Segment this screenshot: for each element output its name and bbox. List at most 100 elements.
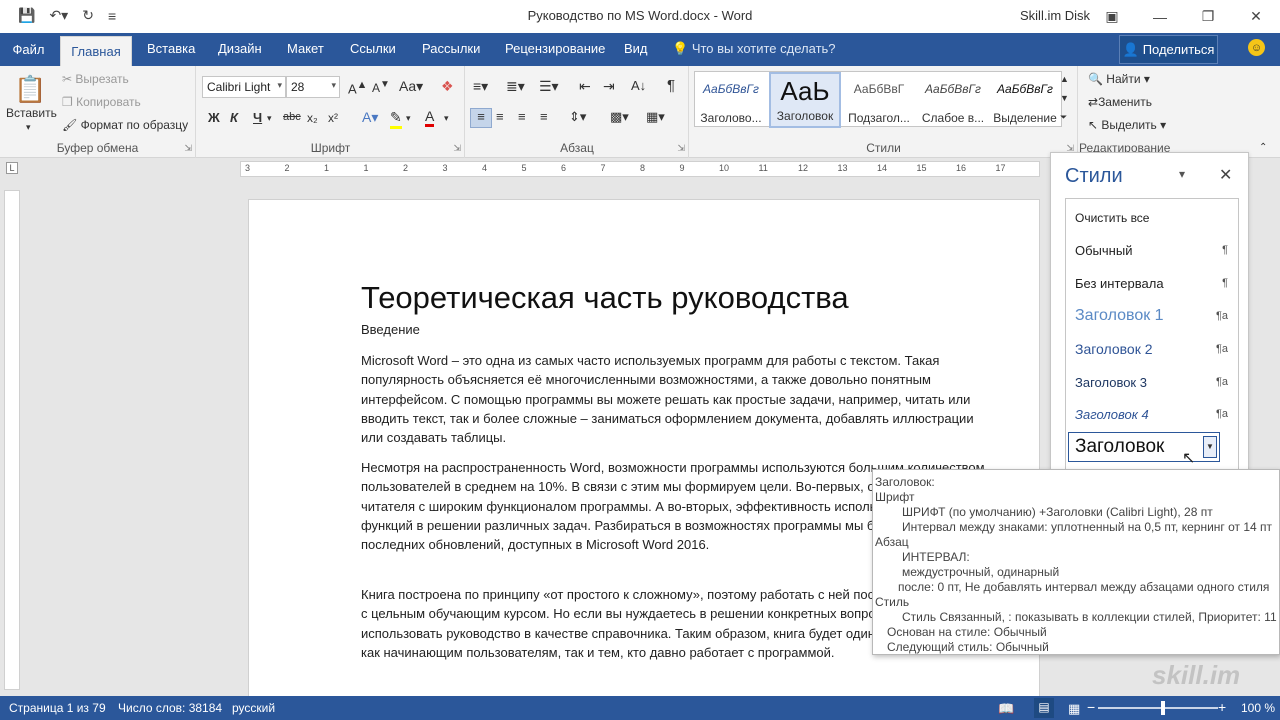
close-icon[interactable]: ✕ [1232,0,1280,33]
style-item-heading-3[interactable]: Заголовок 3 [1075,375,1147,390]
font-launcher-icon[interactable]: ⇲ [453,143,461,154]
change-case-icon[interactable]: Aa▾ [399,78,423,95]
minimize-icon[interactable]: — [1136,0,1184,33]
gallery-up-icon[interactable]: ▲ [1060,74,1069,84]
copy-button[interactable]: ❐ Копировать [62,95,141,109]
justify-icon[interactable]: ≡ [540,109,548,124]
gallery-more-icon[interactable]: ⏷ [1060,112,1067,123]
style-tile-subtitle[interactable]: АаБбВвГ Подзагол... [843,72,915,128]
share-button[interactable]: 👤 Поделиться [1119,35,1218,64]
underline-dropdown-icon[interactable]: ▾ [267,113,272,124]
paste-dropdown-icon[interactable]: ▾ [26,122,31,133]
style-preview: АаБбВвГ [853,82,905,96]
increase-indent-icon[interactable]: ⇥ [603,78,615,95]
font-color-dropdown-icon[interactable]: ▾ [444,113,449,124]
paragraph-1[interactable]: Microsoft Word – это одна из самых часто… [361,351,991,447]
shading-icon[interactable]: ▩▾ [610,109,629,125]
gallery-down-icon[interactable]: ▼ [1060,93,1069,103]
tab-review[interactable]: Рецензирование [505,41,605,56]
document-subtitle[interactable]: Введение [361,322,420,337]
italic-button[interactable]: К [230,110,238,125]
style-tile-emphasis[interactable]: АаБбВвГг Выделение [989,72,1061,128]
zoom-slider-thumb[interactable] [1161,701,1165,715]
font-name-combo[interactable]: Calibri Light ▾ [202,76,286,98]
style-item-heading-1[interactable]: Заголовок 1 [1075,307,1164,325]
decrease-indent-icon[interactable]: ⇤ [579,78,591,95]
style-item-normal[interactable]: Обычный [1075,243,1132,258]
shrink-font-icon[interactable]: A▼ [372,79,390,95]
highlight-dropdown-icon[interactable]: ▾ [406,113,411,124]
show-marks-icon[interactable]: ¶ [667,77,675,94]
smiley-feedback-icon[interactable]: ☺ [1248,39,1265,56]
restore-icon[interactable]: ❐ [1184,0,1232,33]
print-layout-icon[interactable]: ▤ [1034,698,1054,718]
paste-icon[interactable]: 📋 [14,74,46,105]
close-pane-icon[interactable]: ✕ [1219,165,1232,185]
replace-button[interactable]: ⇄Заменить [1088,95,1152,109]
select-button[interactable]: ↖ Выделить ▾ [1088,118,1166,132]
vertical-ruler[interactable] [4,190,20,690]
collapse-ribbon-icon[interactable]: ⌃ [1259,142,1267,153]
paste-button[interactable]: Вставить [6,106,57,120]
zoom-level[interactable]: 100 % [1241,701,1275,715]
word-count[interactable]: Число слов: 38184 [118,701,222,715]
grow-font-icon[interactable]: A▲ [348,79,367,96]
language[interactable]: русский [232,701,275,715]
page-count[interactable]: Страница 1 из 79 [9,701,106,715]
text-effects-icon[interactable]: A▾ [362,109,378,126]
zoom-in-icon[interactable]: + [1218,699,1226,715]
align-right-icon[interactable]: ≡ [518,109,526,124]
format-painter-button[interactable]: 🖌 Формат по образцу [62,118,188,132]
style-tile-subtle-emphasis[interactable]: АаБбВвГг Слабое в... [917,72,989,128]
paragraph-group-label: Абзац [560,141,594,155]
style-item-no-spacing[interactable]: Без интервала [1075,276,1164,291]
line-spacing-icon[interactable]: ⇕▾ [569,109,586,125]
zoom-out-icon[interactable]: − [1087,699,1095,715]
borders-icon[interactable]: ▦▾ [646,109,665,125]
style-item-clear-all[interactable]: Очистить все [1075,211,1149,225]
ribbon-display-options-icon[interactable]: ▣ [1088,0,1136,33]
read-mode-icon[interactable]: 📖 [998,701,1014,717]
highlight-icon[interactable]: ✎ [390,109,402,129]
account-name[interactable]: Skill.im Disk [1020,8,1090,23]
tab-file[interactable]: Файл [0,33,57,66]
underline-button[interactable]: Ч [253,110,262,125]
style-item-heading-4[interactable]: Заголовок 4 [1075,407,1149,422]
document-title[interactable]: Теоретическая часть руководства [361,280,849,316]
style-menu-dropdown-icon[interactable]: ▼ [1203,436,1217,458]
tab-mailings[interactable]: Рассылки [422,41,480,56]
bullets-icon[interactable]: ≡▾ [473,78,488,95]
align-left-icon[interactable]: ≡ [470,108,492,128]
font-color-icon[interactable]: A [425,108,435,127]
tab-selector[interactable]: L [6,162,18,174]
subscript-button[interactable]: x₂ [307,111,318,125]
pane-options-icon[interactable]: ▾ [1179,167,1185,181]
style-tile-heading-prev[interactable]: АаБбВвГг Заголово... [695,72,767,128]
clipboard-launcher-icon[interactable]: ⇲ [184,143,192,154]
superscript-button[interactable]: x² [328,111,338,125]
paragraph-launcher-icon[interactable]: ⇲ [677,143,685,154]
style-item-title-selected[interactable]: Заголовок ▼ [1068,432,1220,462]
find-button[interactable]: 🔍 Найти ▾ [1088,72,1150,86]
tab-references[interactable]: Ссылки [350,41,396,56]
horizontal-ruler[interactable]: 3 2 1 1 2 3 4 5 6 7 8 9 10 11 12 13 14 15 16 17 [240,161,1040,177]
sort-icon[interactable]: A↓ [631,78,646,93]
tab-insert[interactable]: Вставка [147,41,195,56]
tab-view[interactable]: Вид [624,41,648,56]
tab-design[interactable]: Дизайн [218,41,262,56]
zoom-slider[interactable] [1098,707,1218,709]
tell-me-box[interactable]: 💡 Что вы хотите сделать? [672,41,836,57]
cut-button[interactable]: ✂ Вырезать [62,72,129,86]
tab-home[interactable]: Главная [60,36,132,66]
bold-button[interactable]: Ж [208,110,220,125]
web-layout-icon[interactable]: ▦ [1068,701,1080,717]
strikethrough-button[interactable]: abc [283,111,301,123]
tab-layout[interactable]: Макет [287,41,324,56]
multilevel-list-icon[interactable]: ☰▾ [539,78,559,95]
align-center-icon[interactable]: ≡ [496,109,504,124]
style-tile-heading[interactable]: АаЬ Заголовок [769,72,841,128]
clear-formatting-icon[interactable]: ❖ [441,78,454,95]
style-item-heading-2[interactable]: Заголовок 2 [1075,341,1153,357]
numbering-icon[interactable]: ≣▾ [506,78,525,95]
font-size-combo[interactable]: 28 ▾ [286,76,340,98]
